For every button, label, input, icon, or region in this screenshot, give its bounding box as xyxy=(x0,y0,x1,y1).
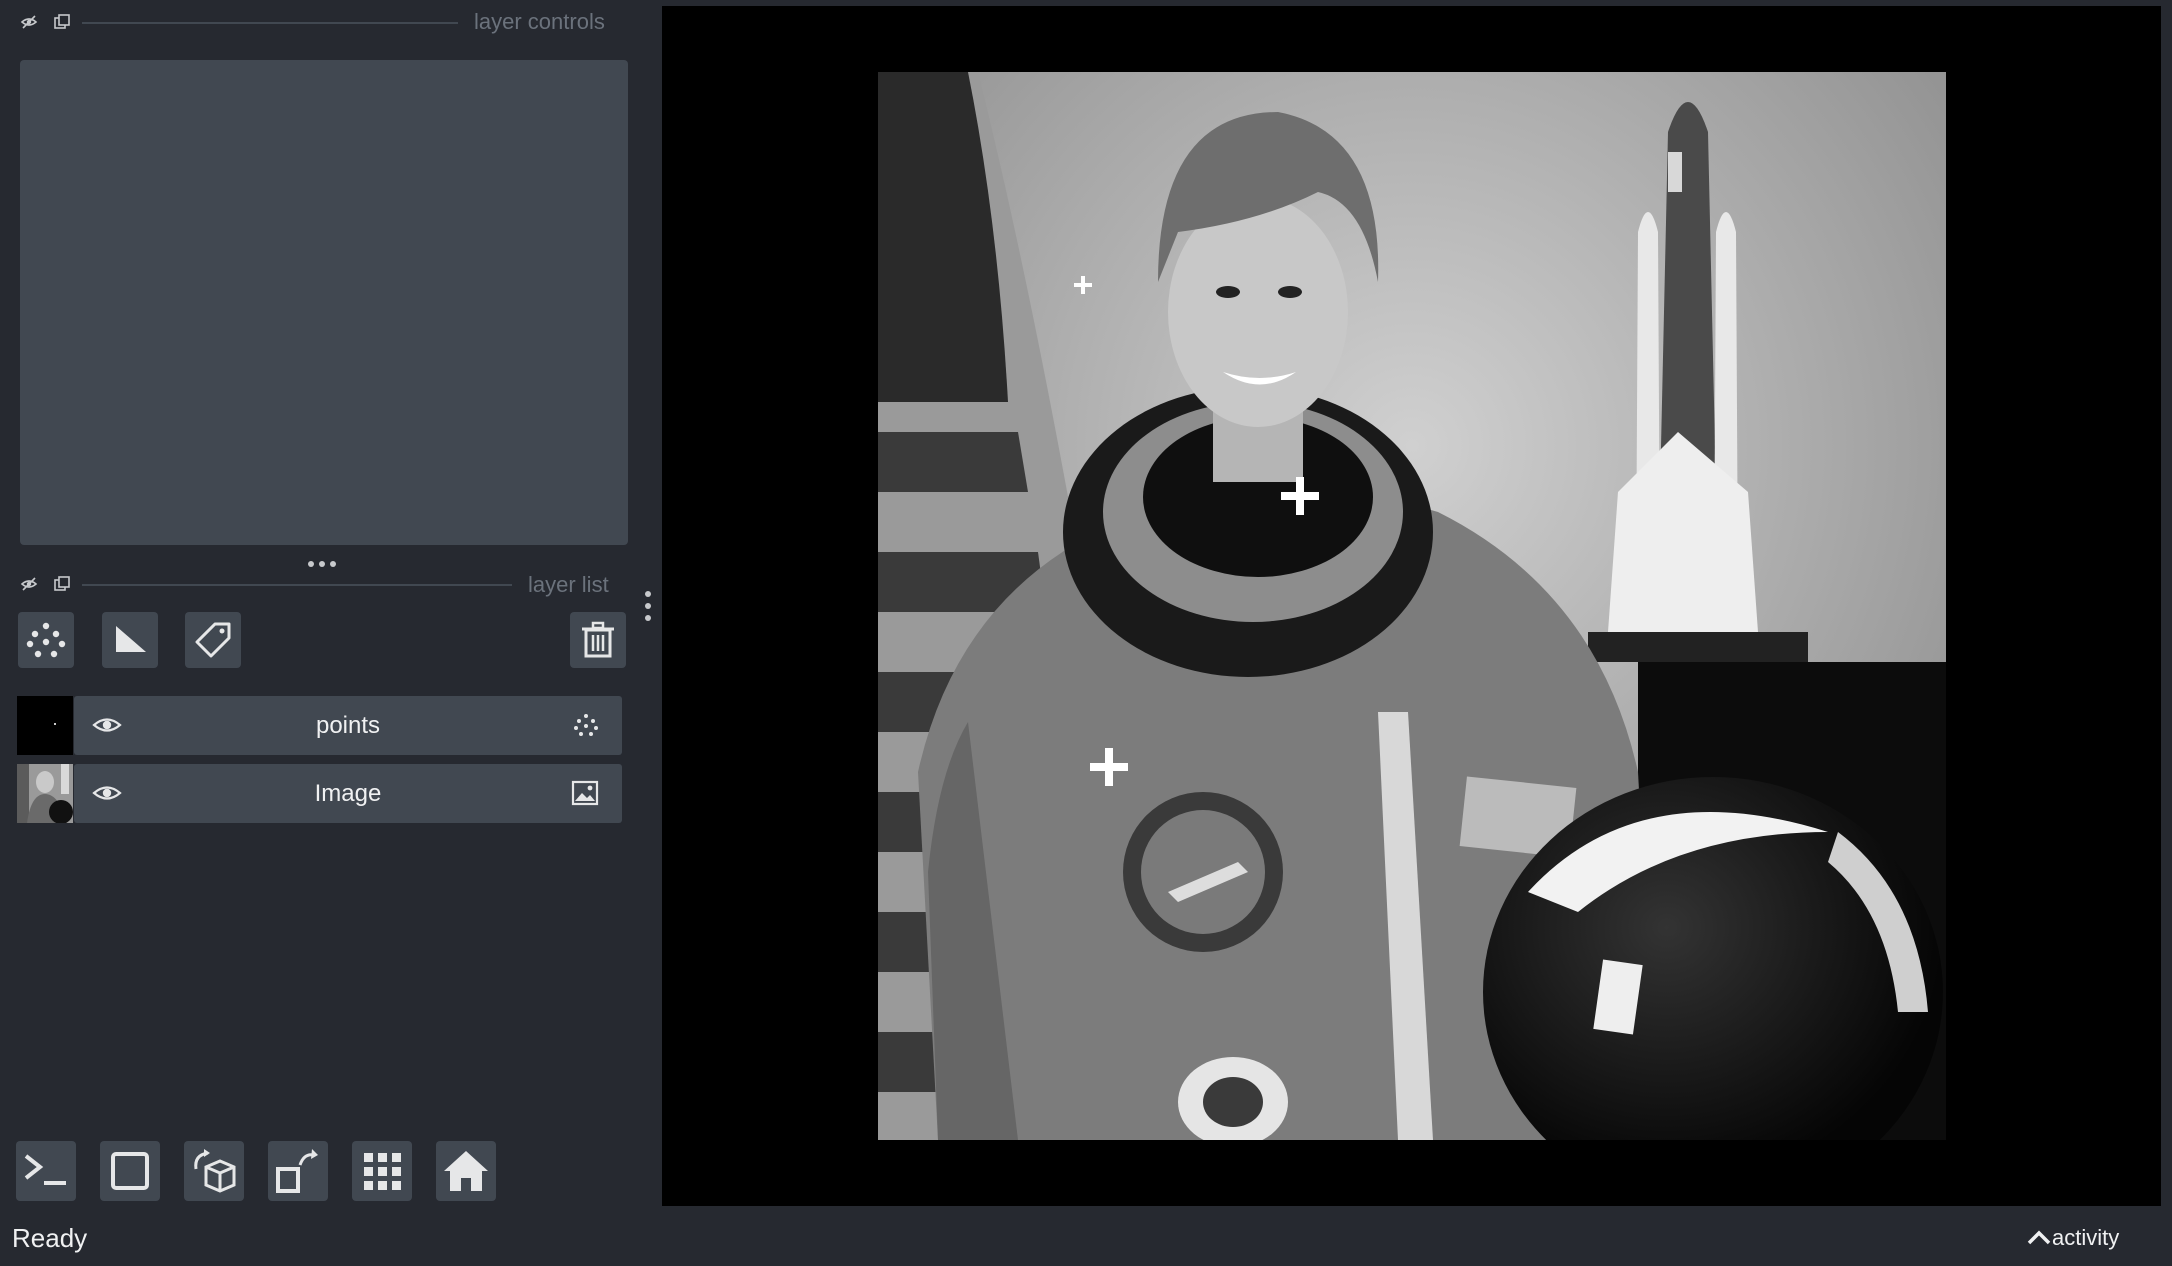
transpose-dims-button[interactable] xyxy=(268,1141,328,1201)
layer-row-points[interactable]: points xyxy=(74,696,622,755)
console-button[interactable] xyxy=(16,1141,76,1201)
layer-thumbnail-points xyxy=(17,696,73,755)
roll-dims-icon xyxy=(194,1149,236,1193)
layer-controls-panel xyxy=(20,60,628,545)
visibility-toggle-icon[interactable] xyxy=(20,13,38,31)
grid-mode-button[interactable] xyxy=(352,1141,412,1201)
layer-list-divider xyxy=(82,584,512,586)
home-button[interactable] xyxy=(436,1141,496,1201)
new-points-layer-icon xyxy=(26,622,66,658)
chevron-up-icon xyxy=(2026,1226,2052,1252)
layer-name[interactable]: Image xyxy=(74,764,622,823)
layer-list-title: layer list xyxy=(528,572,609,597)
points-icon xyxy=(574,714,598,736)
image-icon xyxy=(571,780,599,806)
layer-row-image[interactable]: Image xyxy=(74,764,622,823)
new-labels-layer-icon xyxy=(195,622,231,658)
visibility-toggle-icon[interactable] xyxy=(20,575,38,593)
roll-dims-button[interactable] xyxy=(184,1141,244,1201)
new-labels-layer-button[interactable] xyxy=(185,612,241,668)
activity-button[interactable]: activity xyxy=(2026,1225,2119,1252)
layer-controls-divider xyxy=(82,22,458,24)
grid-icon xyxy=(364,1153,401,1190)
console-icon xyxy=(24,1154,66,1185)
delete-layer-button[interactable] xyxy=(570,612,626,668)
layer-thumbnail-image xyxy=(17,764,73,824)
splitter-handle-horizontal[interactable] xyxy=(306,555,342,567)
new-shapes-layer-button[interactable] xyxy=(102,612,158,668)
delete-layer-icon xyxy=(582,621,614,658)
transpose-icon xyxy=(276,1149,318,1193)
ndisplay-icon xyxy=(111,1152,149,1190)
activity-label: activity xyxy=(2052,1225,2120,1250)
layer-controls-title: layer controls xyxy=(474,9,605,34)
splitter-handle-vertical[interactable] xyxy=(643,590,653,626)
viewer-canvas[interactable] xyxy=(662,6,2161,1206)
float-panel-icon[interactable] xyxy=(53,575,71,593)
float-panel-icon[interactable] xyxy=(53,13,71,31)
ndisplay-button[interactable] xyxy=(100,1141,160,1201)
astronaut-image xyxy=(878,72,1946,1140)
new-points-layer-button[interactable] xyxy=(18,612,74,668)
new-shapes-layer-icon xyxy=(116,626,146,652)
layer-name[interactable]: points xyxy=(74,696,622,755)
home-icon xyxy=(444,1151,488,1191)
status-text: Ready xyxy=(12,1223,88,1253)
